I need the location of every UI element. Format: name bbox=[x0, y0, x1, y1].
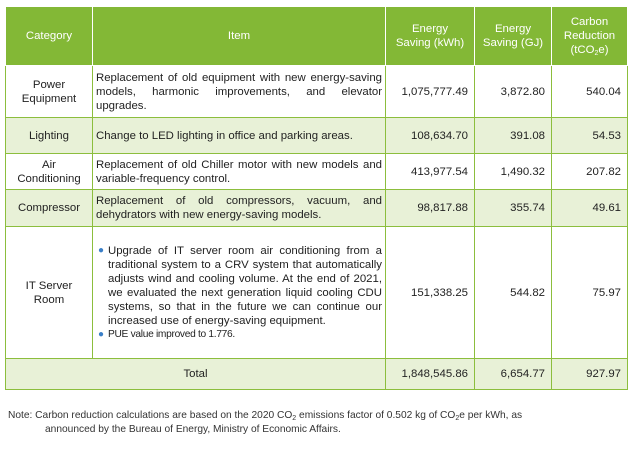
gj-cell: 355.74 bbox=[474, 189, 552, 227]
table-row-it-server-room: IT Server Room ● Upgrade of IT server room… bbox=[5, 226, 628, 359]
gj-cell: 1,490.32 bbox=[474, 153, 552, 190]
kwh-cell: 98,817.88 bbox=[385, 189, 475, 227]
carbon-cell: 75.97 bbox=[551, 226, 628, 359]
energy-saving-table: Category Item Energy Saving (kWh) Energy S… bbox=[5, 6, 628, 390]
table-row-total: Total 1,848,545.86 6,654.77 927.97 bbox=[5, 358, 628, 390]
category-cell: Compressor bbox=[5, 189, 93, 227]
header-energy-kwh: Energy Saving (kWh) bbox=[385, 6, 475, 66]
item-cell: Change to LED lighting in office and par… bbox=[92, 117, 386, 154]
header-item: Item bbox=[92, 6, 386, 66]
header-energy-gj: Energy Saving (GJ) bbox=[474, 6, 552, 66]
kwh-cell: 151,338.25 bbox=[385, 226, 475, 359]
total-kwh-cell: 1,848,545.86 bbox=[385, 358, 475, 390]
item-cell: Replacement of old Chiller motor with ne… bbox=[92, 153, 386, 190]
header-category: Category bbox=[5, 6, 93, 66]
carbon-cell: 49.61 bbox=[551, 189, 628, 227]
category-cell: IT Server Room bbox=[5, 226, 93, 359]
kwh-cell: 108,634.70 bbox=[385, 117, 475, 154]
kwh-cell: 413,977.54 bbox=[385, 153, 475, 190]
table-row-lighting: Lighting Change to LED lighting in offic… bbox=[5, 117, 628, 154]
total-gj-cell: 6,654.77 bbox=[474, 358, 552, 390]
total-carbon-cell: 927.97 bbox=[551, 358, 628, 390]
bullet-icon: ● bbox=[98, 328, 104, 340]
kwh-cell: 1,075,777.49 bbox=[385, 65, 475, 118]
table-row-air-conditioning: Air Conditioning Replacement of old Chill… bbox=[5, 153, 628, 190]
item-cell: ● Upgrade of IT server room air condition… bbox=[92, 226, 386, 359]
category-cell: Power Equipment bbox=[5, 65, 93, 118]
table-header-row: Category Item Energy Saving (kWh) Energy S… bbox=[5, 6, 628, 66]
category-cell: Air Conditioning bbox=[5, 153, 93, 190]
gj-cell: 544.82 bbox=[474, 226, 552, 359]
bullet-icon: ● bbox=[98, 244, 105, 256]
gj-cell: 3,872.80 bbox=[474, 65, 552, 118]
footnote: Note: Carbon reduction calculations are … bbox=[8, 410, 523, 435]
carbon-cell: 207.82 bbox=[551, 153, 628, 190]
carbon-cell: 54.53 bbox=[551, 117, 628, 154]
bullet-list: ● Upgrade of IT server room air condition… bbox=[96, 244, 382, 342]
item-cell: Replacement of old equipment with new en… bbox=[92, 65, 386, 118]
header-carbon-reduction: Carbon Reduction (tCO2e) bbox=[551, 6, 628, 66]
item-cell: Replacement of old compressors, vacuum, … bbox=[92, 189, 386, 227]
category-cell: Lighting bbox=[5, 117, 93, 154]
list-item: ● PUE value improved to 1.776. bbox=[98, 328, 235, 340]
table-row-compressor: Compressor Replacement of old compressor… bbox=[5, 189, 628, 227]
list-item: ● Upgrade of IT server room air condition… bbox=[98, 244, 382, 327]
gj-cell: 391.08 bbox=[474, 117, 552, 154]
total-label: Total bbox=[5, 358, 386, 390]
table-row-power-equipment: Power Equipment Replacement of old equipm… bbox=[5, 65, 628, 118]
carbon-cell: 540.04 bbox=[551, 65, 628, 118]
